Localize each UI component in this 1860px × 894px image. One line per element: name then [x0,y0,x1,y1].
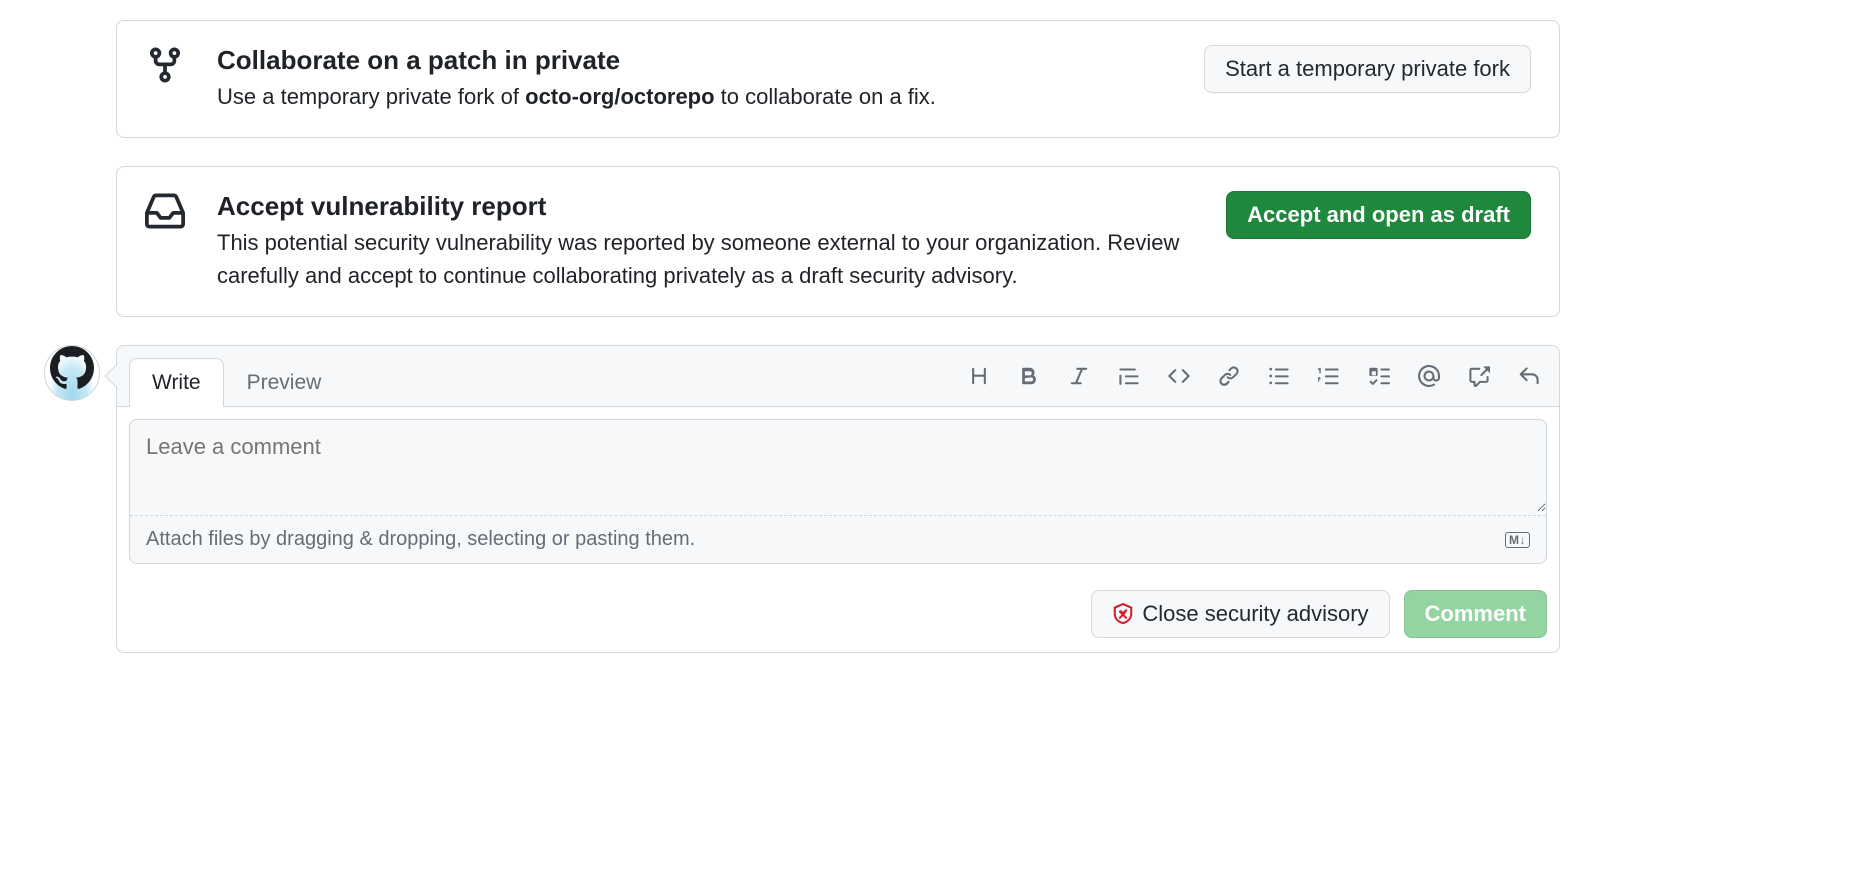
italic-icon[interactable] [1065,362,1093,390]
fork-card-title: Collaborate on a patch in private [217,45,1180,76]
tab-preview[interactable]: Preview [224,358,345,407]
accept-open-draft-button[interactable]: Accept and open as draft [1226,191,1531,239]
formatting-toolbar [961,354,1547,398]
tab-write[interactable]: Write [129,358,224,407]
quote-icon[interactable] [1115,362,1143,390]
fork-card-description: Use a temporary private fork of octo-org… [217,80,1180,113]
shield-x-icon [1112,603,1134,625]
ordered-list-icon[interactable] [1315,362,1343,390]
avatar [44,345,100,401]
repo-forked-icon [145,45,193,85]
close-advisory-label: Close security advisory [1142,601,1368,627]
fork-desc-suffix: to collaborate on a fix. [715,84,936,109]
reply-icon[interactable] [1515,362,1543,390]
start-private-fork-button[interactable]: Start a temporary private fork [1204,45,1531,93]
mention-icon[interactable] [1415,362,1443,390]
collaborate-fork-card: Collaborate on a patch in private Use a … [116,20,1560,138]
code-icon[interactable] [1165,362,1193,390]
markdown-icon[interactable]: M↓ [1505,532,1530,548]
unordered-list-icon[interactable] [1265,362,1293,390]
inbox-icon [145,191,193,231]
heading-icon[interactable] [965,362,993,390]
bold-icon[interactable] [1015,362,1043,390]
comment-submit-button[interactable]: Comment [1404,590,1547,638]
accept-report-card: Accept vulnerability report This potenti… [116,166,1560,317]
accept-card-description: This potential security vulnerability wa… [217,226,1202,292]
fork-desc-prefix: Use a temporary private fork of [217,84,525,109]
task-list-icon[interactable] [1365,362,1393,390]
accept-card-title: Accept vulnerability report [217,191,1202,222]
comment-composer: Write Preview [116,345,1560,653]
close-advisory-button[interactable]: Close security advisory [1091,590,1389,638]
comment-textarea[interactable] [130,420,1546,512]
link-icon[interactable] [1215,362,1243,390]
fork-repo-name: octo-org/octorepo [525,84,714,109]
cross-reference-icon[interactable] [1465,362,1493,390]
attach-hint[interactable]: Attach files by dragging & dropping, sel… [146,528,695,551]
